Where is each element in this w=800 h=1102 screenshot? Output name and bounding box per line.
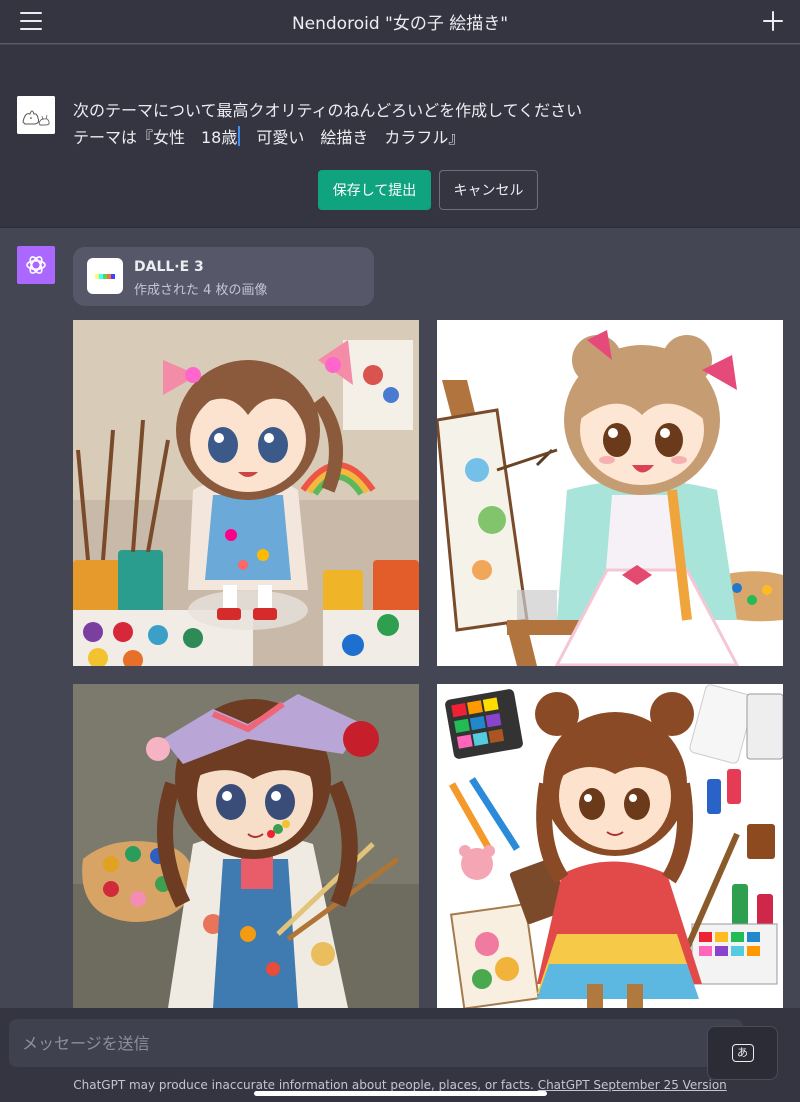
disclaimer-text: ChatGPT may produce inaccurate informati… xyxy=(73,1078,538,1092)
message-edit-textarea[interactable]: 次のテーマについて最高クオリティのねんどろいどを作成してください テーマは『女性… xyxy=(73,97,773,151)
message-input[interactable] xyxy=(9,1019,743,1067)
message-line-2-rest: 可愛い 絵描き カラフル』 xyxy=(240,128,465,147)
generated-image-3[interactable] xyxy=(73,684,419,1008)
top-bar: Nendoroid "女の子 絵描き" xyxy=(0,0,800,44)
generated-image-1[interactable] xyxy=(73,320,419,666)
dalle-subtitle: 作成された 4 枚の画像 xyxy=(134,283,268,298)
generated-image-4[interactable] xyxy=(437,684,783,1008)
dalle-logo-icon xyxy=(87,258,123,294)
composer-area: あ ChatGPT may produce inaccurate informa… xyxy=(0,1008,800,1102)
conversation-title: Nendoroid "女の子 絵描き" xyxy=(291,14,509,34)
disclaimer: ChatGPT may produce inaccurate informati… xyxy=(0,1078,800,1092)
user-avatar xyxy=(17,96,55,134)
hiragana-keyboard-icon: あ xyxy=(731,1044,754,1062)
message-line-2: テーマは『女性 18歳 xyxy=(73,128,238,147)
keyboard-input-mode-button[interactable]: あ xyxy=(707,1026,778,1080)
dalle-title: DALL·E 3 xyxy=(134,259,204,275)
dalle-tool-card[interactable]: DALL·E 3 作成された 4 枚の画像 xyxy=(73,247,374,306)
user-message-edit: 次のテーマについて最高クオリティのねんどろいどを作成してください テーマは『女性… xyxy=(0,45,800,228)
generated-image-2[interactable] xyxy=(437,320,783,666)
cancel-button[interactable]: キャンセル xyxy=(439,170,538,210)
hamburger-menu-icon[interactable] xyxy=(20,12,44,32)
message-line-1: 次のテーマについて最高クオリティのねんどろいどを作成してください xyxy=(73,101,583,120)
save-and-submit-button[interactable]: 保存して提出 xyxy=(318,170,431,210)
new-chat-plus-icon[interactable] xyxy=(760,8,786,34)
home-indicator[interactable] xyxy=(254,1091,547,1096)
version-link[interactable]: ChatGPT September 25 Version xyxy=(538,1078,727,1092)
chatgpt-logo-icon xyxy=(17,246,55,284)
